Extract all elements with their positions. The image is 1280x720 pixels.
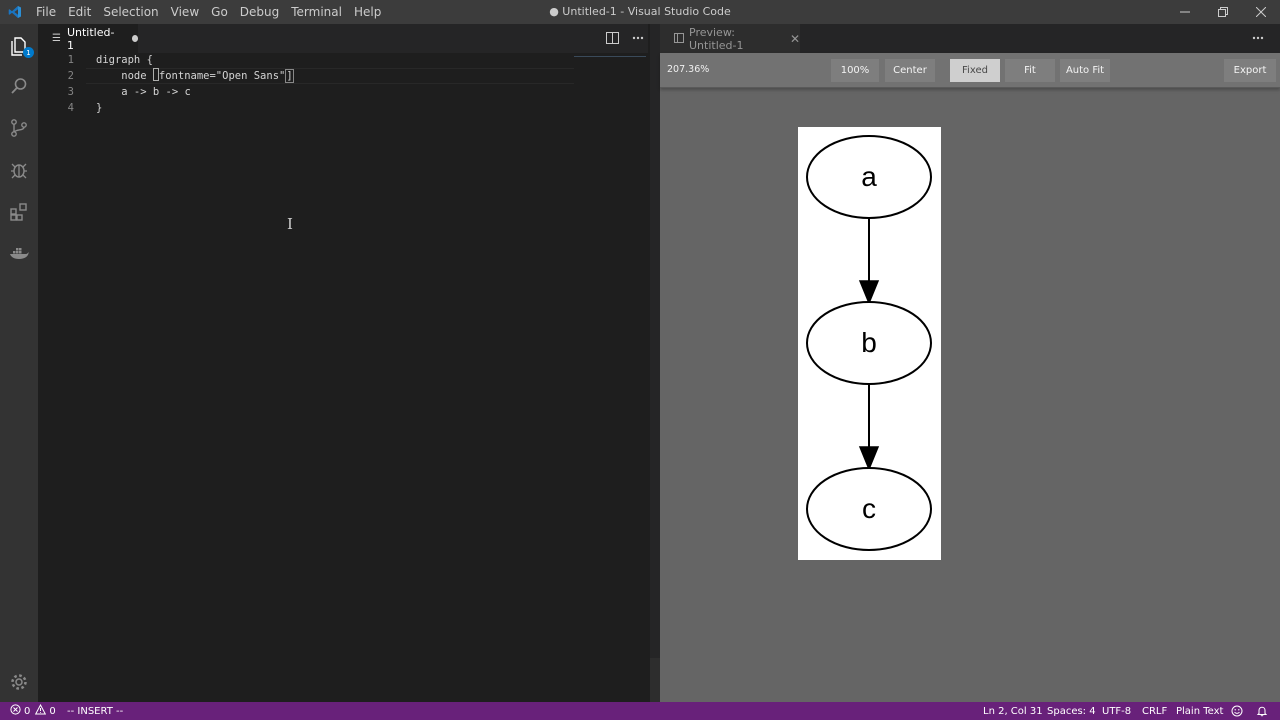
more-actions-icon[interactable]: [1250, 30, 1266, 46]
status-bar: 0 0 -- INSERT -- Ln 2, Col 31 Spaces: 4 …: [0, 702, 1280, 720]
file-lines-icon: ☰: [52, 33, 61, 44]
menu-edit[interactable]: Edit: [62, 0, 97, 24]
minimap[interactable]: [574, 56, 646, 57]
menu-terminal[interactable]: Terminal: [285, 0, 348, 24]
node-label: c: [862, 493, 876, 524]
activity-bar: 1: [0, 24, 38, 702]
node-label: a: [861, 161, 877, 192]
preview-toolbar: 207.36% 100% Center Fixed Fit Auto Fit E…: [660, 53, 1280, 88]
graph-node: a: [806, 135, 932, 219]
feedback-smiley-icon[interactable]: [1231, 702, 1243, 720]
zoom-level: 207.36%: [667, 64, 710, 75]
debug-icon[interactable]: [0, 150, 38, 190]
problems-indicator[interactable]: 0 0: [10, 702, 56, 720]
graphviz-preview: 207.36% 100% Center Fixed Fit Auto Fit E…: [660, 53, 1280, 702]
line-number: 1: [67, 54, 74, 66]
menu-go[interactable]: Go: [205, 0, 234, 24]
auto-fit-button[interactable]: Auto Fit: [1060, 59, 1110, 82]
code-line: }: [96, 100, 102, 116]
language-label: Plain Text: [1176, 705, 1224, 717]
line-number: 4: [67, 102, 74, 114]
center-button[interactable]: Center: [885, 59, 935, 82]
search-icon[interactable]: [0, 66, 38, 106]
warning-icon: [35, 703, 47, 718]
close-icon[interactable]: [1242, 0, 1280, 24]
editor-split-sash[interactable]: [650, 24, 660, 702]
indentation[interactable]: Spaces: 4: [1047, 702, 1096, 720]
code-text: }: [96, 102, 103, 114]
language-mode[interactable]: Plain Text: [1176, 702, 1223, 720]
encoding-label: UTF-8: [1102, 705, 1132, 717]
notifications-bell-icon[interactable]: [1256, 702, 1268, 720]
preview-tab-bar: Preview: Untitled-1 ✕: [660, 24, 1280, 53]
tab-label: Untitled-1: [66, 25, 115, 52]
eol-label: CRLF: [1142, 705, 1168, 717]
menu-help[interactable]: Help: [348, 0, 387, 24]
editor-tab-bar: ☰ Untitled-1: [38, 24, 648, 53]
end-of-line[interactable]: CRLF: [1142, 702, 1167, 720]
vim-mode-label: -- INSERT --: [67, 705, 124, 717]
explorer-badge: 1: [23, 47, 34, 58]
graph-edge: [858, 384, 880, 471]
split-editor-icon[interactable]: [604, 30, 620, 46]
title-bar: File Edit Selection View Go Debug Termin…: [0, 0, 1280, 24]
menu-selection[interactable]: Selection: [97, 0, 164, 24]
gear-icon[interactable]: [0, 662, 38, 702]
menu-file[interactable]: File: [30, 0, 62, 24]
preview-icon: [674, 32, 684, 46]
extensions-icon[interactable]: [0, 192, 38, 232]
warning-count: 0: [49, 705, 56, 717]
graph-edge: [858, 218, 880, 305]
vscode-logo-icon: [0, 0, 30, 24]
menu-view[interactable]: View: [165, 0, 205, 24]
window-controls: [1166, 0, 1280, 24]
bracket-match: ]: [285, 69, 294, 83]
node-label: b: [861, 327, 877, 358]
tab-preview[interactable]: Preview: Untitled-1 ✕: [660, 24, 800, 53]
explorer-icon[interactable]: 1: [0, 26, 38, 66]
fit-button[interactable]: Fit: [1005, 59, 1055, 82]
error-count: 0: [24, 705, 31, 717]
sash-scroll-thumb[interactable]: [650, 658, 660, 702]
error-icon: [10, 704, 21, 718]
encoding[interactable]: UTF-8: [1102, 702, 1131, 720]
line-number: 3: [67, 86, 74, 98]
unsaved-dot-icon[interactable]: [131, 35, 138, 42]
graph-node: b: [806, 301, 932, 385]
fixed-button[interactable]: Fixed: [950, 59, 1000, 82]
graph-canvas: a b c: [798, 127, 941, 560]
cursor-position-label: Ln 2, Col 31: [983, 705, 1043, 717]
mouse-ibeam-icon: I: [287, 215, 293, 233]
line-number: 2: [67, 70, 74, 82]
cursor-position[interactable]: Ln 2, Col 31: [983, 702, 1043, 720]
code-text: digraph {: [96, 54, 153, 66]
close-tab-icon[interactable]: ✕: [790, 32, 800, 46]
code-line: node fontname="Open Sans"]: [96, 68, 294, 84]
code-line: a -> b -> c: [96, 84, 191, 100]
code-editor[interactable]: 1 2 3 4 digraph { node fontname="Open Sa…: [38, 52, 660, 702]
tab-untitled-1[interactable]: ☰ Untitled-1: [38, 24, 138, 53]
menu-debug[interactable]: Debug: [234, 0, 285, 24]
restore-icon[interactable]: [1204, 0, 1242, 24]
docker-icon[interactable]: [0, 234, 38, 274]
more-actions-icon[interactable]: [630, 30, 646, 46]
graph-node: c: [806, 467, 932, 551]
export-button[interactable]: Export: [1224, 59, 1276, 82]
code-text: fontname="Open Sans": [158, 70, 286, 82]
indentation-label: Spaces: 4: [1047, 705, 1096, 717]
source-control-icon[interactable]: [0, 108, 38, 148]
minimize-icon[interactable]: [1166, 0, 1204, 24]
graph-svg: a b c: [806, 135, 932, 551]
code-text: node: [96, 70, 153, 82]
tab-label: Preview: Untitled-1: [689, 25, 744, 52]
menu-bar: File Edit Selection View Go Debug Termin…: [30, 0, 387, 24]
vim-mode: -- INSERT --: [67, 702, 123, 720]
code-text: a -> b -> c: [96, 86, 191, 98]
zoom-100-button[interactable]: 100%: [831, 59, 879, 82]
code-line: digraph {: [96, 52, 153, 68]
